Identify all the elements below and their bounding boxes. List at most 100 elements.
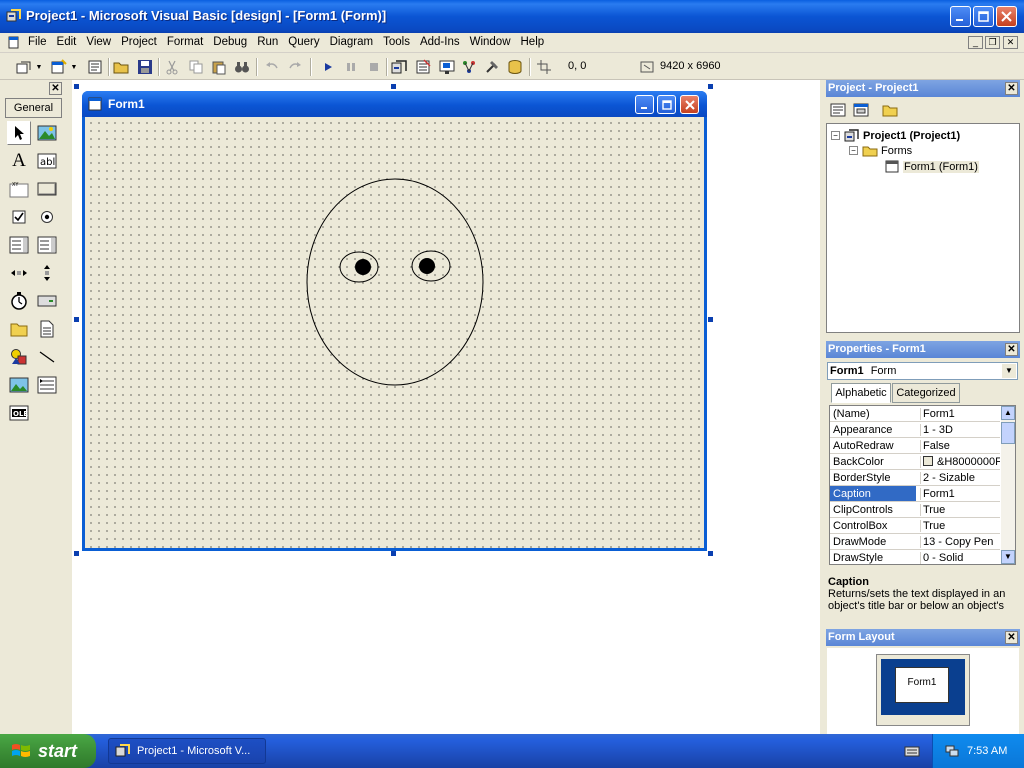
undo-button[interactable] bbox=[262, 57, 282, 77]
shape-tool[interactable] bbox=[7, 345, 31, 369]
dirlistbox-tool[interactable] bbox=[7, 317, 31, 341]
minimize-button[interactable] bbox=[950, 6, 971, 27]
menu-format[interactable]: Format bbox=[167, 36, 203, 48]
menu-run[interactable]: Run bbox=[257, 36, 278, 48]
property-value[interactable]: 2 - Sizable bbox=[920, 472, 1000, 484]
menu-diagram[interactable]: Diagram bbox=[330, 36, 373, 48]
form-design-surface[interactable] bbox=[85, 117, 704, 548]
timer-tool[interactable] bbox=[7, 289, 31, 313]
property-row[interactable]: DrawMode 13 - Copy Pen bbox=[830, 534, 1000, 550]
properties-window-button[interactable] bbox=[413, 57, 433, 77]
commandbutton-tool[interactable] bbox=[35, 177, 59, 201]
menu-query[interactable]: Query bbox=[288, 36, 319, 48]
mdi-close-button[interactable]: ✕ bbox=[1003, 36, 1018, 49]
taskbar-item-vb[interactable]: Project1 - Microsoft V... bbox=[108, 738, 266, 764]
resize-handle[interactable] bbox=[391, 551, 396, 556]
textbox-tool[interactable]: abl bbox=[35, 149, 59, 173]
menu-debug[interactable]: Debug bbox=[213, 36, 247, 48]
drivelistbox-tool[interactable] bbox=[35, 289, 59, 313]
menu-edit[interactable]: Edit bbox=[57, 36, 77, 48]
tree-item-form1[interactable]: Form1 (Form1) bbox=[885, 160, 979, 173]
save-project-button[interactable] bbox=[135, 57, 155, 77]
property-value[interactable]: 1 - 3D bbox=[920, 424, 1000, 436]
form-close-button[interactable] bbox=[680, 95, 699, 114]
network-icon[interactable] bbox=[945, 744, 959, 758]
menu-file[interactable]: File bbox=[28, 36, 47, 48]
object-browser-button[interactable] bbox=[459, 57, 479, 77]
start-run-button[interactable] bbox=[318, 57, 338, 77]
collapse-icon[interactable]: − bbox=[831, 131, 840, 140]
pointer-tool[interactable] bbox=[7, 121, 31, 145]
clock[interactable]: 7:53 AM bbox=[967, 745, 1007, 757]
start-button[interactable]: start bbox=[0, 734, 96, 768]
form-maximize-button[interactable] bbox=[657, 95, 676, 114]
redo-button[interactable] bbox=[285, 57, 305, 77]
property-grid-scrollbar[interactable]: ▲ ▼ bbox=[1001, 406, 1015, 564]
properties-panel-close-button[interactable]: ✕ bbox=[1005, 343, 1018, 356]
menu-help[interactable]: Help bbox=[521, 36, 545, 48]
vscrollbar-tool[interactable] bbox=[35, 261, 59, 285]
mdi-restore-button[interactable]: ❐ bbox=[985, 36, 1000, 49]
label-tool[interactable]: A bbox=[7, 149, 31, 173]
resize-handle[interactable] bbox=[74, 317, 79, 322]
picturebox-tool[interactable] bbox=[35, 121, 59, 145]
add-project-button[interactable] bbox=[14, 57, 34, 77]
property-row[interactable]: (Name) Form1 bbox=[830, 406, 1000, 422]
scroll-down-icon[interactable]: ▼ bbox=[1001, 550, 1015, 564]
property-value[interactable]: False bbox=[920, 440, 1000, 452]
property-row[interactable]: AutoRedraw False bbox=[830, 438, 1000, 454]
find-button[interactable] bbox=[232, 57, 252, 77]
menu-tools[interactable]: Tools bbox=[383, 36, 410, 48]
toolbox-button[interactable] bbox=[482, 57, 502, 77]
view-object-button[interactable] bbox=[851, 100, 871, 120]
add-form-button[interactable] bbox=[49, 57, 69, 77]
menu-window[interactable]: Window bbox=[470, 36, 511, 48]
menu-project[interactable]: Project bbox=[121, 36, 157, 48]
break-button[interactable] bbox=[341, 57, 361, 77]
property-row[interactable]: Caption Form1 bbox=[830, 486, 1000, 502]
mdi-minimize-button[interactable]: _ bbox=[968, 36, 983, 49]
resize-handle[interactable] bbox=[74, 84, 79, 89]
scroll-thumb[interactable] bbox=[1001, 422, 1015, 444]
tree-item-forms-folder[interactable]: − Forms bbox=[849, 144, 912, 157]
property-row[interactable]: Appearance 1 - 3D bbox=[830, 422, 1000, 438]
view-code-button[interactable] bbox=[828, 100, 848, 120]
project-panel-close-button[interactable]: ✕ bbox=[1005, 82, 1018, 95]
property-value[interactable]: 13 - Copy Pen bbox=[920, 536, 1000, 548]
resize-handle[interactable] bbox=[708, 317, 713, 322]
open-project-button[interactable] bbox=[112, 57, 132, 77]
toolbox-general-tab[interactable]: General bbox=[5, 98, 62, 118]
frame-tool[interactable]: XY bbox=[7, 177, 31, 201]
close-button[interactable] bbox=[996, 6, 1017, 27]
optionbutton-tool[interactable] bbox=[35, 205, 59, 229]
form-minimize-button[interactable] bbox=[635, 95, 654, 114]
tree-item-project[interactable]: − Project1 (Project1) bbox=[831, 128, 960, 143]
property-value[interactable]: True bbox=[920, 520, 1000, 532]
filelistbox-tool[interactable] bbox=[35, 317, 59, 341]
add-form-dropdown[interactable]: ▼ bbox=[69, 57, 79, 77]
project-explorer-button[interactable] bbox=[390, 57, 410, 77]
end-button[interactable] bbox=[364, 57, 384, 77]
form-preview[interactable]: Form1 bbox=[895, 667, 949, 703]
listbox-tool[interactable] bbox=[35, 233, 59, 257]
collapse-icon[interactable]: − bbox=[849, 146, 858, 155]
add-project-dropdown[interactable]: ▼ bbox=[34, 57, 44, 77]
form-layout-button[interactable] bbox=[437, 57, 457, 77]
form-layout-close-button[interactable]: ✕ bbox=[1005, 631, 1018, 644]
combobox-tool[interactable] bbox=[7, 233, 31, 257]
maximize-button[interactable] bbox=[973, 6, 994, 27]
cut-button[interactable] bbox=[162, 57, 182, 77]
menu-editor-button[interactable] bbox=[85, 57, 105, 77]
property-row[interactable]: BorderStyle 2 - Sizable bbox=[830, 470, 1000, 486]
property-row[interactable]: BackColor &H8000000F bbox=[830, 454, 1000, 470]
resize-handle[interactable] bbox=[708, 84, 713, 89]
object-selector[interactable]: Form1 Form ▼ bbox=[827, 362, 1018, 380]
property-value[interactable]: Form1 bbox=[920, 408, 1000, 420]
property-row[interactable]: DrawStyle 0 - Solid bbox=[830, 550, 1000, 564]
form-designer-window[interactable]: Form1 bbox=[82, 91, 707, 551]
property-row[interactable]: ControlBox True bbox=[830, 518, 1000, 534]
keyboard-tray-icon[interactable] bbox=[904, 744, 920, 758]
tab-alphabetic[interactable]: Alphabetic bbox=[831, 383, 891, 403]
title-bar[interactable]: Project1 - Microsoft Visual Basic [desig… bbox=[0, 0, 1024, 33]
property-value[interactable]: True bbox=[920, 504, 1000, 516]
